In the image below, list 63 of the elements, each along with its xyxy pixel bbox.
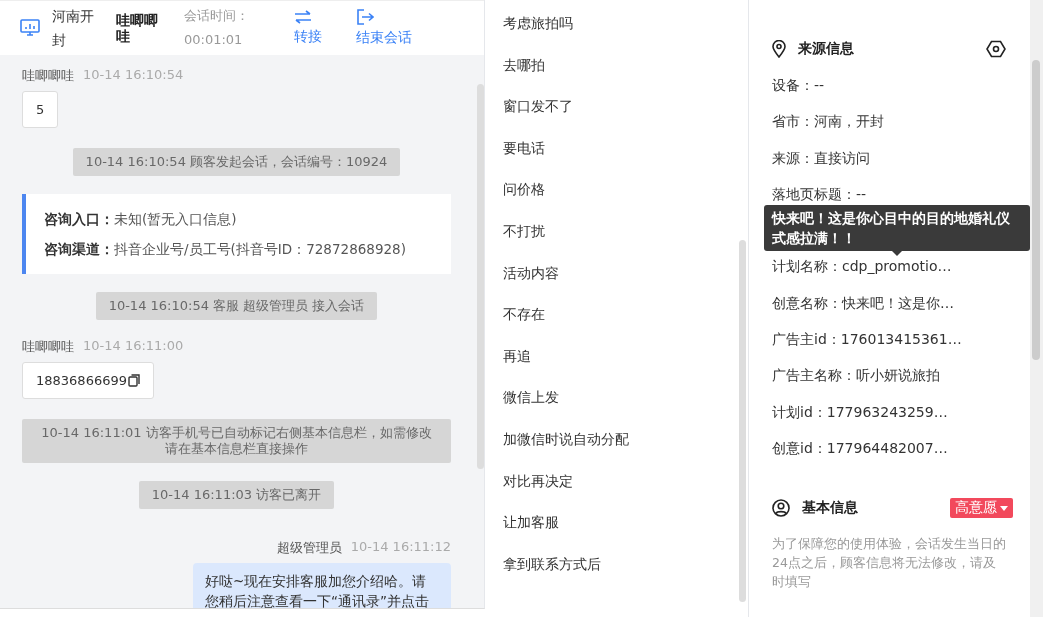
quick-reply-item[interactable]: 不存在 [485, 303, 748, 345]
quick-reply-item[interactable]: 窗口发不了 [485, 95, 748, 137]
entry-label: 咨询入口： [44, 211, 114, 227]
info-field: 创意名称：快来吧！这是你… [772, 292, 954, 313]
quick-reply-item[interactable]: 考虑旅拍吗 [485, 12, 748, 54]
quick-reply-item[interactable]: 不打扰 [485, 219, 748, 262]
scrollbar[interactable] [477, 84, 484, 469]
quick-reply-item[interactable]: 微信上发 [485, 386, 748, 428]
section-title: 基本信息 [802, 499, 858, 518]
notice-text: 为了保障您的使用体验，会话发生当日的24点之后，顾客信息将无法修改，请及时填写 [772, 535, 1006, 592]
visitor-location: 河南开封 [52, 7, 95, 50]
system-notice: 10-14 16:10:54 客服 超级管理员 接入会话 [95, 292, 378, 320]
session-timer: 00:01:01 [184, 31, 244, 49]
transfer-button[interactable]: 转接 [294, 10, 322, 46]
message-bubble: 18836866699 [22, 362, 154, 399]
message-time: 10-14 16:11:12 [350, 539, 451, 556]
quick-reply-item[interactable]: 对比再决定 [485, 469, 748, 512]
logout-icon [356, 9, 374, 25]
user-icon [772, 499, 790, 518]
intent-dropdown[interactable]: 高意愿 [950, 498, 1013, 519]
info-field: 创意id：177964482007… [772, 437, 948, 458]
system-notice: 10-14 16:10:54 顾客发起会话，会话编号：10924 [72, 148, 401, 176]
sender-name: 哇唧唧哇 [22, 67, 74, 85]
message-time: 10-14 16:11:00 [83, 338, 184, 355]
quick-reply-item[interactable]: 再追 [485, 344, 748, 387]
entry-value: 抖音企业号/员工号(抖音号ID：72872868928) [114, 241, 406, 257]
end-session-button[interactable]: 结束会话 [356, 9, 412, 47]
location-pin-icon [772, 40, 786, 58]
monitor-icon [20, 19, 40, 37]
quick-reply-item[interactable]: 去哪拍 [485, 53, 748, 96]
message-bubble: 5 [22, 91, 59, 128]
settings-icon[interactable] [986, 40, 1006, 58]
quick-reply-item[interactable]: 让加客服 [485, 511, 748, 553]
info-field: 广告主名称：听小妍说旅拍 [772, 365, 940, 386]
swap-arrows-icon [294, 10, 312, 24]
scrollbar[interactable] [739, 240, 746, 602]
tooltip-pointer [892, 251, 902, 256]
tooltip: 快来吧！这是你心目中的目的地婚礼仪式感拉满！！ [764, 205, 1030, 251]
section-title: 来源信息 [798, 40, 854, 58]
system-notice: 10-14 16:11:03 访客已离开 [138, 481, 335, 509]
system-notice: 10-14 16:11:01 访客手机号已自动标记右侧基本信息栏，如需修改请在基本信息栏直接操作 [22, 419, 451, 463]
info-field: 广告主id：176013415361… [772, 329, 962, 350]
sender-name: 哇唧唧哇 [22, 338, 74, 356]
info-field: 省市：河南，开封 [772, 111, 884, 132]
sender-name: 超级管理员 [276, 539, 342, 557]
info-field: 计划id：177963243259… [772, 401, 948, 422]
quick-reply-item[interactable]: 问价格 [485, 178, 748, 220]
entry-value: 未知(暂无入口信息) [114, 211, 237, 227]
info-field: 来源：直接访问 [772, 147, 870, 168]
quick-reply-item[interactable]: 加微信时说自动分配 [485, 427, 748, 470]
info-field: 落地页标题：-- [772, 183, 867, 204]
quick-reply-item[interactable]: 拿到联系方式后 [485, 552, 748, 595]
info-field: 设备：-- [772, 75, 825, 95]
quick-reply-item[interactable]: 活动内容 [485, 261, 748, 304]
visitor-name: 哇唧唧哇 [116, 12, 159, 44]
entry-label: 咨询渠道： [44, 241, 114, 257]
message-time: 10-14 16:10:54 [83, 67, 184, 84]
scrollbar[interactable] [1030, 0, 1043, 617]
copy-icon[interactable] [128, 374, 140, 387]
quick-reply-item[interactable]: 要电话 [485, 136, 748, 179]
timer-label: 会话时间： [184, 7, 250, 25]
message-bubble: 好哒~现在安排客服加您介绍哈。请您稍后注意查看一下“通讯录”并点击 [193, 563, 451, 608]
info-field: 计划名称：cdp_promotio… [772, 256, 952, 277]
